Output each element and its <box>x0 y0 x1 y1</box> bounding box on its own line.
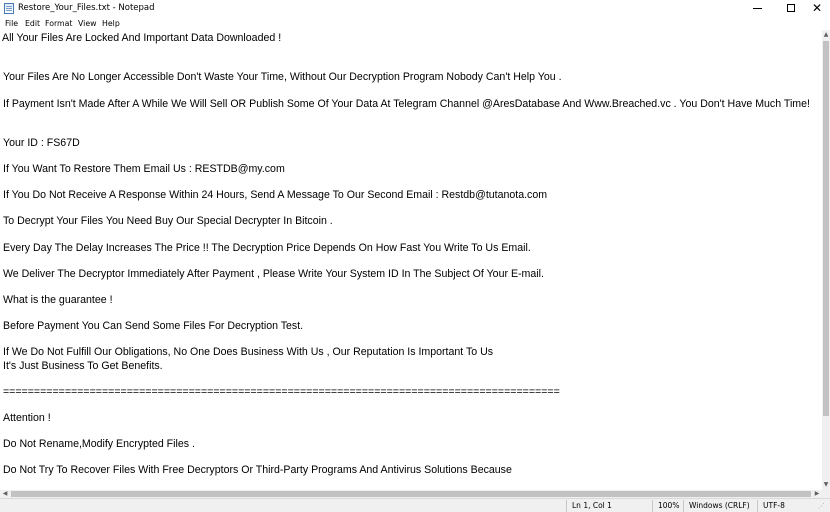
text-line: If You Want To Restore Them Email Us : R… <box>3 163 285 175</box>
close-button[interactable]: ✕ <box>808 0 830 17</box>
close-icon: ✕ <box>812 1 823 15</box>
maximize-button[interactable] <box>774 0 810 17</box>
vertical-scrollbar[interactable]: ▲ ▼ <box>822 30 830 490</box>
cursor-position: Ln 1, Col 1 <box>572 501 612 510</box>
status-separator <box>683 500 684 512</box>
minimize-button[interactable] <box>740 0 776 17</box>
notepad-window: Restore_Your_Files.txt - Notepad ✕ File … <box>0 0 830 512</box>
resize-grip-icon[interactable]: ⋰ <box>818 501 828 511</box>
text-editor-area[interactable]: All Your Files Are Locked And Important … <box>0 30 822 490</box>
notepad-icon[interactable] <box>4 3 14 14</box>
scroll-left-icon[interactable]: ◀ <box>0 490 10 498</box>
menu-help[interactable]: Help <box>102 17 120 30</box>
status-separator <box>757 500 758 512</box>
scroll-right-icon[interactable]: ▶ <box>812 490 822 498</box>
text-line: Every Day The Delay Increases The Price … <box>3 241 531 254</box>
vertical-scroll-thumb[interactable] <box>823 41 829 416</box>
menu-format[interactable]: Format <box>45 17 72 30</box>
window-title: Restore_Your_Files.txt - Notepad <box>18 3 155 13</box>
text-line: It's Just Business To Get Benefits. <box>3 359 163 372</box>
menu-view[interactable]: View <box>78 17 97 30</box>
text-line: If We Do Not Fulfill Our Obligations, No… <box>3 346 494 359</box>
text-line: If Payment Isn't Made After A While We W… <box>3 97 810 110</box>
text-line: All Your Files Are Locked And Important … <box>2 32 282 44</box>
zoom-level: 100% <box>658 501 680 510</box>
scroll-up-icon[interactable]: ▲ <box>822 30 830 40</box>
text-line: To Decrypt Your Files You Need Buy Our S… <box>3 215 333 228</box>
horizontal-scroll-thumb[interactable] <box>11 491 811 497</box>
title-bar[interactable]: Restore_Your_Files.txt - Notepad ✕ <box>0 0 830 17</box>
text-line: Your ID : FS67D <box>3 136 80 149</box>
status-separator <box>652 500 653 512</box>
text-line: What is the guarantee ! <box>3 294 113 306</box>
text-line: Your Files Are No Longer Accessible Don'… <box>3 71 562 84</box>
maximize-icon <box>787 4 795 12</box>
text-line: Do Not Try To Recover Files With Free De… <box>3 464 512 477</box>
minimize-icon <box>753 8 762 9</box>
text-line: Do Not Rename,Modify Encrypted Files . <box>3 438 195 451</box>
menu-file[interactable]: File <box>5 17 18 30</box>
status-bar: Ln 1, Col 1 100% Windows (CRLF) UTF-8 ⋰ <box>0 498 830 512</box>
line-ending: Windows (CRLF) <box>689 501 750 510</box>
text-line: We Deliver The Decryptor Immediately Aft… <box>3 267 544 280</box>
text-line: Before Payment You Can Send Some Files F… <box>3 320 304 333</box>
menu-bar: File Edit Format View Help <box>0 17 830 30</box>
text-line: ========================================… <box>3 385 560 398</box>
menu-edit[interactable]: Edit <box>25 17 40 30</box>
scrollbar-corner <box>822 490 830 498</box>
status-separator <box>566 500 567 512</box>
horizontal-scrollbar[interactable]: ◀ ▶ <box>0 490 822 498</box>
text-line: If You Do Not Receive A Response Within … <box>3 189 548 202</box>
text-encoding: UTF-8 <box>763 501 785 510</box>
text-line: Attention ! <box>3 411 51 424</box>
scroll-down-icon[interactable]: ▼ <box>822 480 830 490</box>
